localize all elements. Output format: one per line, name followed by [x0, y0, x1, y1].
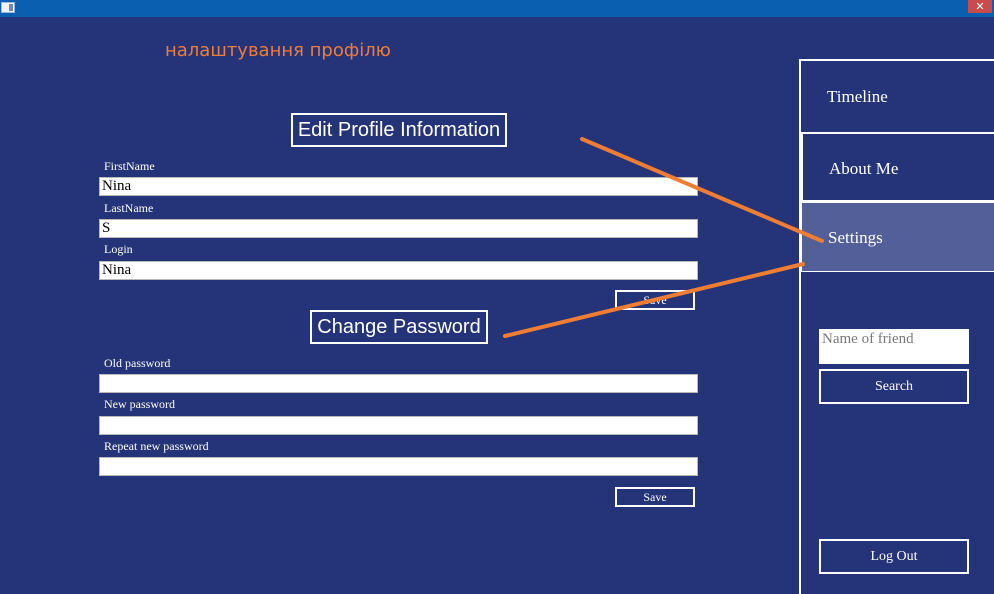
annotation-arrow-line: [503, 262, 805, 338]
annotation-arrows: [503, 137, 824, 338]
annotation-arrow-line: [580, 137, 824, 243]
